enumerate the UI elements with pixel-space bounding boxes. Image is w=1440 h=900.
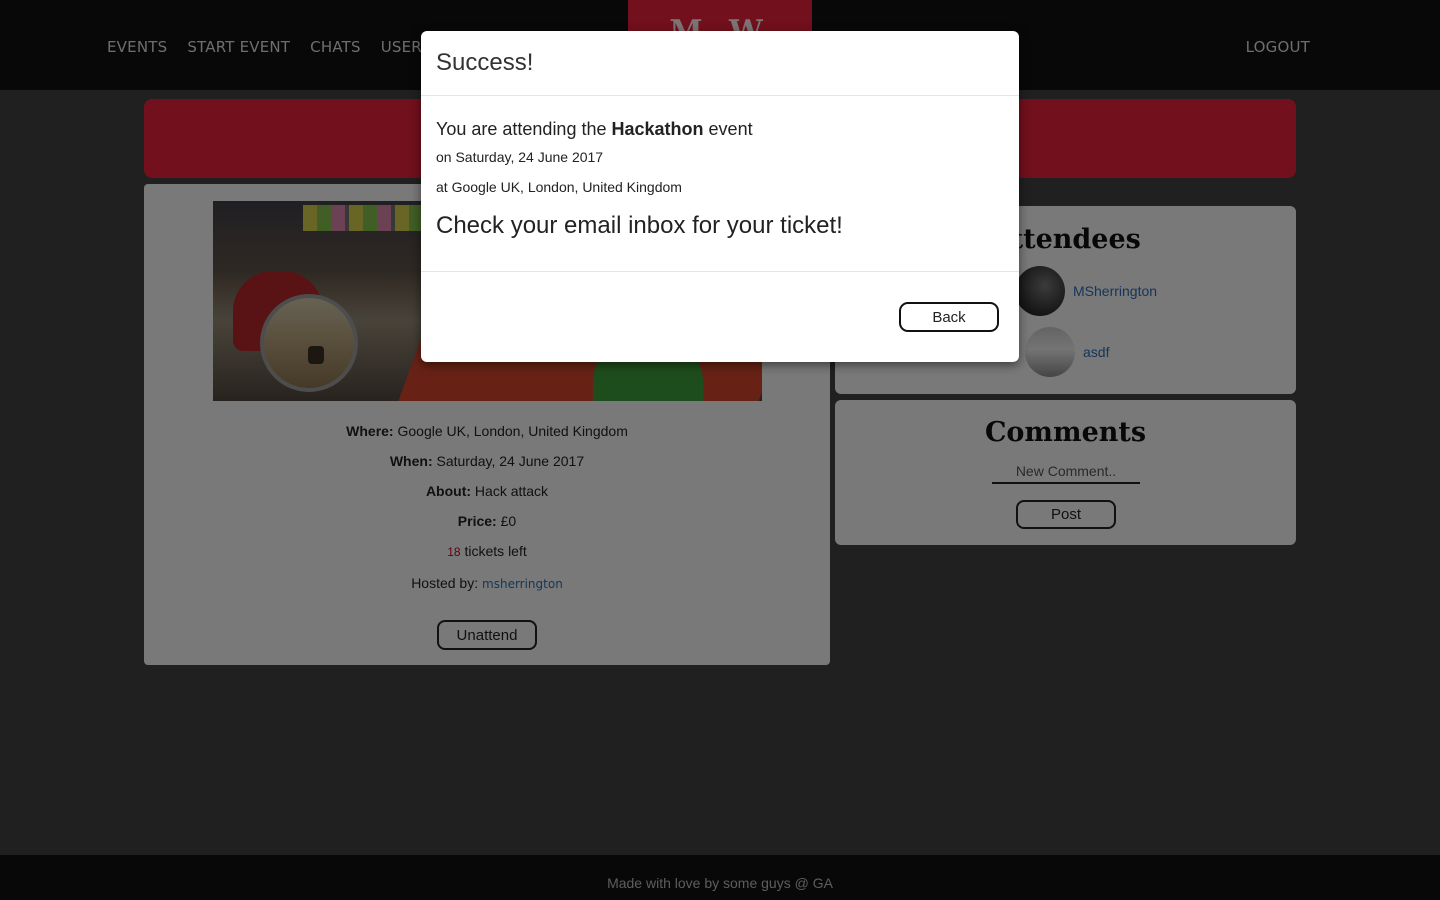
modal-header: Success! <box>421 31 1019 96</box>
attending-message: You are attending the Hackathon event <box>436 119 996 140</box>
success-modal: Success! You are attending the Hackathon… <box>421 31 1019 362</box>
modal-body: You are attending the Hackathon event on… <box>436 119 996 240</box>
attending-suffix: event <box>708 119 753 139</box>
modal-location: at Google UK, London, United Kingdom <box>436 179 682 195</box>
modal-title: Success! <box>436 49 534 76</box>
back-button[interactable]: Back <box>899 302 999 332</box>
ticket-message: Check your email inbox for your ticket! <box>436 212 843 239</box>
modal-divider <box>421 271 1019 272</box>
attending-prefix: You are attending the <box>436 119 607 139</box>
modal-date: on Saturday, 24 June 2017 <box>436 149 604 165</box>
event-name: Hackathon <box>611 119 704 139</box>
